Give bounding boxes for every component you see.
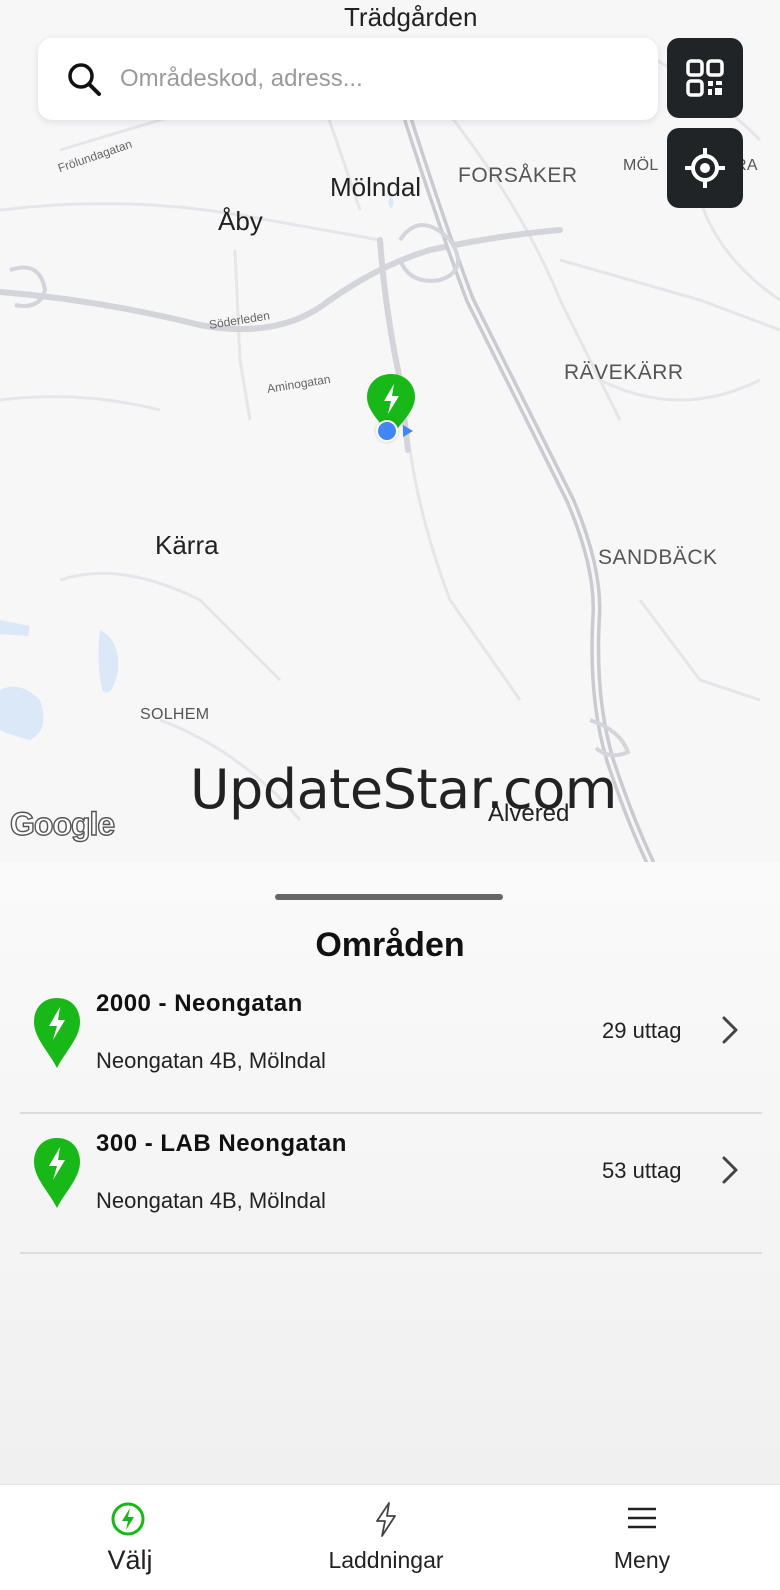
crosshair-icon <box>685 148 725 188</box>
area-list-item[interactable]: 2000 - Neongatan Neongatan 4B, Mölndal 2… <box>20 972 762 1114</box>
locate-me-button[interactable] <box>667 128 743 208</box>
search-icon <box>68 63 101 96</box>
tab-label: Meny <box>613 1547 671 1573</box>
tab-laddningar[interactable]: Laddningar <box>256 1485 516 1590</box>
user-location-dot <box>376 420 398 442</box>
qr-code-icon <box>686 59 724 97</box>
watermark: UpdateStar.com <box>190 758 617 821</box>
map-label-sandback: SANDBÄCK <box>598 546 718 569</box>
area-address: Neongatan 4B, Mölndal <box>96 1048 326 1073</box>
qr-scan-button[interactable] <box>667 38 743 118</box>
areas-bottom-sheet: Områden 2000 - Neongatan Neongatan 4B, M… <box>0 862 780 1484</box>
map-view[interactable]: Trädgården Mölndal FORSÅKER MÖL RA Åby F… <box>0 0 780 862</box>
map-label-ravekarr: RÄVEKÄRR <box>564 361 684 384</box>
map-label-molnlycke: MÖL <box>623 157 659 174</box>
bottom-tab-bar: Välj Laddningar Meny <box>0 1484 780 1590</box>
area-list-item[interactable]: 300 - LAB Neongatan Neongatan 4B, Mölnda… <box>20 1112 762 1254</box>
map-label-tradgarden: Trädgården <box>344 2 478 32</box>
charger-pin-icon <box>34 1138 80 1208</box>
search-input[interactable] <box>120 65 620 93</box>
charger-pin-icon <box>34 998 80 1068</box>
sheet-title: Områden <box>315 926 465 964</box>
user-heading-arrow <box>403 425 413 437</box>
lightning-circle-icon <box>111 1502 145 1536</box>
map-label-solhem: SOLHEM <box>140 706 210 723</box>
sheet-drag-handle[interactable] <box>275 894 503 900</box>
map-label-forsaker: FORSÅKER <box>458 164 578 187</box>
area-name: 300 - LAB Neongatan <box>96 1130 347 1157</box>
map-label-karra: Kärra <box>155 530 219 560</box>
google-attribution: Google <box>9 805 116 842</box>
lightning-icon <box>376 1502 396 1537</box>
tab-valj[interactable]: Välj <box>0 1485 260 1590</box>
map-label-aby: Åby <box>218 206 263 236</box>
search-bar[interactable] <box>38 38 658 120</box>
chevron-right-icon <box>722 1156 738 1184</box>
area-address: Neongatan 4B, Mölndal <box>96 1188 326 1213</box>
tab-label: Laddningar <box>328 1547 444 1573</box>
chevron-right-icon <box>722 1016 738 1044</box>
area-name: 2000 - Neongatan <box>96 990 303 1017</box>
tab-label: Välj <box>107 1545 153 1575</box>
tab-meny[interactable]: Meny <box>512 1485 772 1590</box>
hamburger-menu-icon <box>628 1507 656 1529</box>
area-outlet-count: 53 uttag <box>602 1158 682 1183</box>
map-label-molndal: Mölndal <box>330 172 422 202</box>
area-outlet-count: 29 uttag <box>602 1018 682 1043</box>
